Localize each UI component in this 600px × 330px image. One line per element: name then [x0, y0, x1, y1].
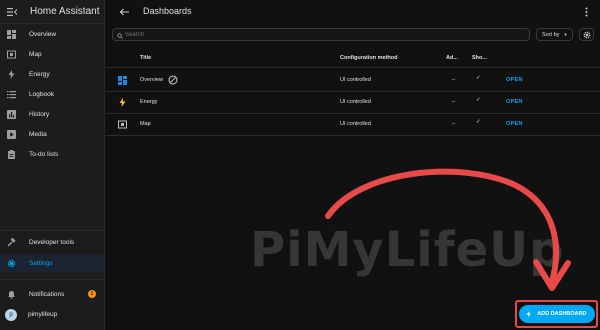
sidebar-item-overview[interactable]: Overview: [0, 26, 104, 43]
notification-badge: 1: [88, 290, 96, 298]
page-title: Dashboards: [143, 6, 192, 16]
sort-by-button[interactable]: Sort by ▼: [536, 28, 573, 41]
search-icon: [117, 26, 123, 44]
plus-icon: +: [526, 308, 532, 319]
row-show-check: ✓: [476, 75, 481, 81]
caret-down-icon: ▼: [563, 32, 568, 37]
row-title: Overview: [140, 77, 163, 83]
sidebar-item-label: Settings: [29, 260, 53, 267]
sidebar-item-label: Energy: [29, 71, 50, 78]
more-vertical-icon[interactable]: [582, 6, 590, 18]
row-show-check: ✓: [476, 119, 481, 125]
open-button[interactable]: OPEN: [506, 99, 523, 105]
menu-collapse-icon[interactable]: [6, 6, 18, 18]
map-icon: [118, 120, 127, 129]
sidebar-item-settings[interactable]: Settings: [0, 255, 104, 272]
app-title: Home Assistant: [30, 6, 100, 17]
row-admin: –: [452, 121, 456, 127]
open-button[interactable]: OPEN: [506, 77, 523, 83]
sidebar-header: Home Assistant: [0, 0, 104, 24]
row-configuration-method: UI controlled: [340, 121, 371, 127]
chart-box-icon: [7, 110, 16, 119]
sidebar-item-energy[interactable]: Energy: [0, 66, 104, 83]
sidebar-divider: [0, 230, 104, 231]
sidebar: Home Assistant Overview Map Energy Logbo…: [0, 0, 105, 330]
sidebar-item-logbook[interactable]: Logbook: [0, 86, 104, 103]
table-header: Title Configuration method Ad... Sho...: [106, 48, 600, 68]
sidebar-item-label: History: [29, 111, 50, 118]
column-header-title[interactable]: Title: [140, 55, 151, 61]
user-name: pimylifeup: [28, 311, 58, 318]
lightning-bolt-icon: [118, 98, 127, 107]
sidebar-item-label: Overview: [29, 31, 57, 38]
search-bar[interactable]: [112, 28, 530, 41]
sidebar-item-profile[interactable]: p pimylifeup: [0, 306, 104, 323]
row-admin: –: [452, 77, 456, 83]
lightning-bolt-icon: [7, 70, 16, 79]
sidebar-item-label: Map: [29, 51, 42, 58]
column-header-show[interactable]: Sho...: [472, 55, 487, 61]
row-configuration-method: UI controlled: [340, 99, 371, 105]
sidebar-item-label: Developer tools: [29, 239, 75, 246]
map-icon: [7, 50, 16, 59]
add-dashboard-button[interactable]: + ADD DASHBOARD: [519, 305, 595, 323]
clipboard-list-icon: [7, 150, 16, 159]
column-header-configuration-method[interactable]: Configuration method: [340, 55, 397, 61]
open-button[interactable]: OPEN: [506, 121, 523, 127]
avatar: p: [5, 308, 17, 321]
sidebar-item-todo[interactable]: To-do lists: [0, 146, 104, 163]
default-dashboard-icon: [168, 75, 178, 87]
sidebar-item-label: Media: [29, 131, 47, 138]
view-dashboard-icon: [118, 76, 127, 85]
gear-icon: [583, 26, 591, 44]
gear-icon: [7, 259, 16, 268]
bell-icon: [7, 290, 16, 299]
view-dashboard-icon: [7, 30, 16, 39]
column-header-admin[interactable]: Ad...: [446, 55, 458, 61]
search-input[interactable]: [125, 31, 505, 38]
sidebar-item-label: Logbook: [29, 91, 54, 98]
top-bar: Dashboards: [106, 0, 600, 24]
table-settings-button[interactable]: [579, 28, 594, 41]
sidebar-item-history[interactable]: History: [0, 106, 104, 123]
sidebar-item-map[interactable]: Map: [0, 46, 104, 63]
add-dashboard-label: ADD DASHBOARD: [537, 311, 587, 317]
row-title: Energy: [140, 99, 158, 105]
sidebar-divider: [0, 279, 104, 280]
sidebar-item-media[interactable]: Media: [0, 126, 104, 143]
play-box-icon: [7, 130, 16, 139]
table-row[interactable]: Energy UI controlled – ✓ OPEN: [106, 92, 600, 114]
format-list-icon: [7, 90, 16, 99]
row-admin: –: [452, 99, 456, 105]
back-arrow-icon[interactable]: [118, 6, 130, 18]
row-configuration-method: UI controlled: [340, 77, 371, 83]
sidebar-item-label: Notifications: [29, 291, 65, 298]
hammer-icon: [7, 238, 16, 247]
annotation-arrow: [325, 168, 571, 291]
sort-by-label: Sort by: [542, 31, 560, 38]
sidebar-item-developer-tools[interactable]: Developer tools: [0, 234, 104, 251]
row-show-check: ✓: [476, 97, 481, 103]
table-row[interactable]: Overview UI controlled – ✓ OPEN: [106, 70, 600, 92]
row-title: Map: [140, 121, 151, 127]
table-row[interactable]: Map UI controlled – ✓ OPEN: [106, 114, 600, 136]
sidebar-item-label: To-do lists: [29, 151, 59, 158]
